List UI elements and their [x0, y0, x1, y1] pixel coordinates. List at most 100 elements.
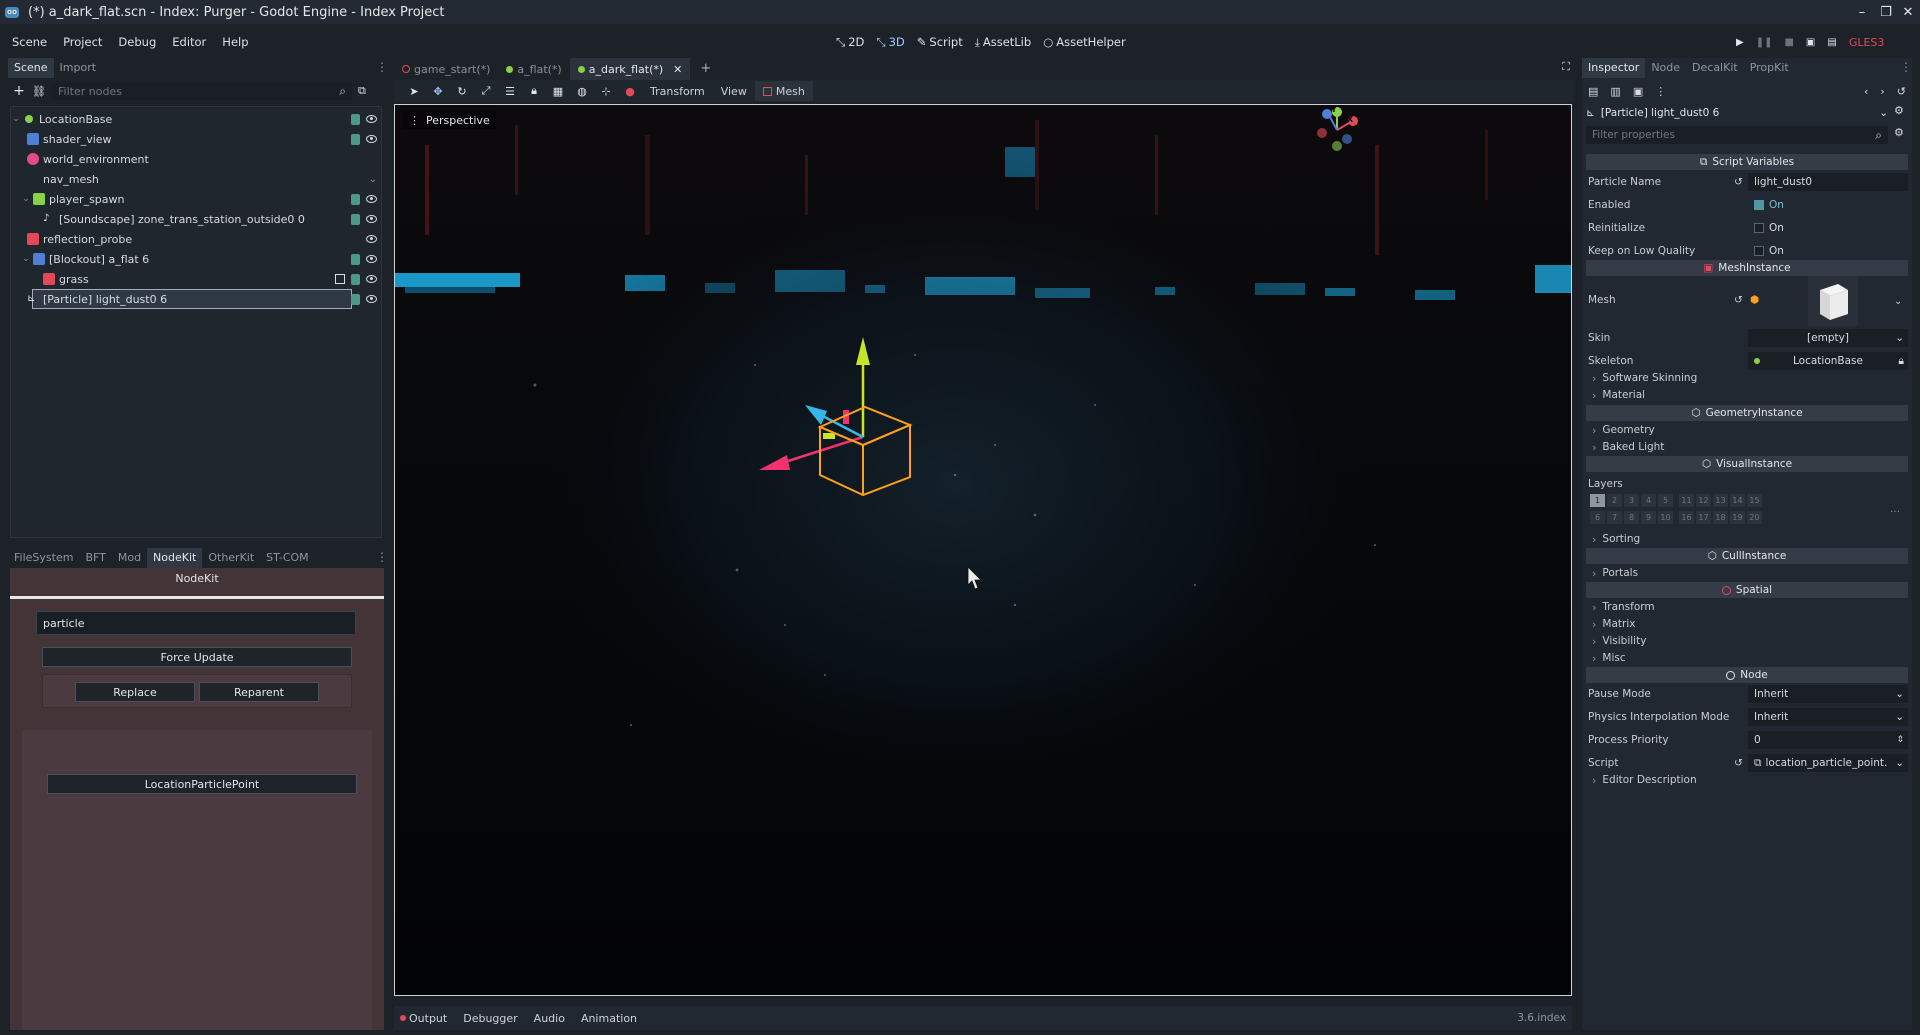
- layer-bit[interactable]: 9: [1641, 511, 1656, 524]
- camera-icon[interactable]: ●: [618, 85, 642, 98]
- result-item-button[interactable]: LocationParticlePoint: [47, 774, 357, 794]
- object-menu-icon[interactable]: ⋮: [1655, 85, 1666, 98]
- script-icon[interactable]: [351, 293, 360, 305]
- menu-editor[interactable]: Editor: [164, 28, 214, 56]
- select-tool-icon[interactable]: ➤: [402, 85, 426, 98]
- mesh-preview-thumbnail[interactable]: [1808, 276, 1858, 326]
- subsection-geometry[interactable]: Geometry: [1586, 422, 1908, 438]
- history-back-icon[interactable]: ‹: [1864, 85, 1868, 98]
- mesh-menu[interactable]: Mesh: [754, 81, 813, 101]
- particle-name-input[interactable]: light_dust0: [1748, 173, 1908, 191]
- play-icon[interactable]: ▶: [1736, 37, 1744, 48]
- list-select-icon[interactable]: ☰: [498, 85, 522, 98]
- tab-animation[interactable]: Animation: [573, 1012, 645, 1025]
- layer-bit[interactable]: 6: [1590, 511, 1605, 524]
- subsection-visibility[interactable]: Visibility: [1586, 633, 1908, 649]
- workspace-script[interactable]: ✎ Script: [911, 28, 969, 56]
- collapse-arrow-icon[interactable]: ⌄: [11, 114, 21, 124]
- script-icon[interactable]: [351, 273, 360, 285]
- section-mesh-instance[interactable]: ▣ MeshInstance: [1586, 260, 1908, 276]
- pause-mode-dropdown[interactable]: Inherit ⌄: [1748, 685, 1908, 703]
- local-space-icon[interactable]: ◍: [570, 85, 594, 98]
- layer-bit[interactable]: 3: [1624, 494, 1639, 507]
- layer-bit[interactable]: 2: [1607, 494, 1622, 507]
- workspace-assethelper[interactable]: ○ AssetHelper: [1037, 28, 1132, 56]
- scale-tool-icon[interactable]: ⤢: [474, 84, 498, 98]
- tab-output[interactable]: Output: [406, 1012, 455, 1025]
- enabled-checkbox[interactable]: On: [1748, 196, 1908, 214]
- property-tools-icon[interactable]: ⚙: [1894, 126, 1904, 139]
- tree-node-nav-mesh[interactable]: nav_mesh ⌄: [11, 169, 381, 189]
- stop-icon[interactable]: ■: [1784, 37, 1793, 48]
- revert-icon[interactable]: ↺: [1734, 176, 1743, 188]
- layers-grid[interactable]: 1 2 3 4 5 11 12 13 14 15 6 7 8 9 10 16 1…: [1590, 494, 1890, 528]
- section-script-variables[interactable]: ⧉ Script Variables: [1586, 154, 1908, 170]
- layer-bit[interactable]: 19: [1730, 511, 1745, 524]
- filter-nodes-field[interactable]: Filter nodes ⌕: [52, 82, 352, 100]
- section-geometry-instance[interactable]: ⬡ GeometryInstance: [1586, 405, 1908, 421]
- tab-nodekit[interactable]: NodeKit: [147, 548, 203, 568]
- visibility-eye-icon[interactable]: [366, 195, 377, 203]
- tab-propkit[interactable]: PropKit: [1744, 58, 1795, 78]
- replace-button[interactable]: Replace: [75, 682, 195, 702]
- layers-menu-icon[interactable]: …: [1890, 504, 1900, 515]
- visibility-eye-icon[interactable]: [366, 235, 377, 243]
- collapse-arrow-icon[interactable]: ⌄: [21, 194, 31, 204]
- layer-bit[interactable]: 17: [1696, 511, 1711, 524]
- perspective-menu[interactable]: ⋮ Perspective: [403, 111, 496, 129]
- snap-icon[interactable]: ⊹: [594, 85, 618, 98]
- physics-interpolation-dropdown[interactable]: Inherit ⌄: [1748, 708, 1908, 726]
- close-button[interactable]: ✕: [1896, 0, 1920, 24]
- maximize-button[interactable]: ❐: [1874, 0, 1898, 24]
- layer-bit[interactable]: 1: [1590, 494, 1605, 507]
- revert-icon[interactable]: ↺: [1734, 757, 1743, 769]
- menu-project[interactable]: Project: [55, 28, 110, 56]
- layer-bit[interactable]: 5: [1658, 494, 1673, 507]
- visibility-eye-icon[interactable]: [366, 115, 377, 123]
- subsection-matrix[interactable]: Matrix: [1586, 616, 1908, 632]
- visibility-eye-icon[interactable]: [366, 295, 377, 303]
- object-tools-icon[interactable]: ⚙: [1894, 104, 1904, 117]
- layer-bit[interactable]: 10: [1658, 511, 1673, 524]
- script-icon[interactable]: [351, 193, 360, 205]
- new-resource-icon[interactable]: ▤: [1588, 85, 1598, 98]
- tree-node-shader-view[interactable]: shader_view: [11, 129, 381, 149]
- save-resource-icon[interactable]: ▣: [1633, 85, 1643, 98]
- layer-bit[interactable]: 18: [1713, 511, 1728, 524]
- subsection-editor-description[interactable]: Editor Description: [1586, 772, 1908, 788]
- chevron-down-icon[interactable]: ⌄: [1894, 296, 1902, 307]
- inspected-object-selector[interactable]: ⊾ [Particle] light_dust0 6 ⌄: [1586, 104, 1888, 122]
- script-icon[interactable]: [351, 253, 360, 265]
- script-icon[interactable]: [351, 113, 360, 125]
- visibility-eye-icon[interactable]: [366, 135, 377, 143]
- tab-scene[interactable]: Scene: [8, 58, 54, 78]
- layer-bit[interactable]: 8: [1624, 511, 1639, 524]
- layer-bit[interactable]: 20: [1747, 511, 1762, 524]
- tree-node-grass[interactable]: grass: [11, 269, 381, 289]
- subsection-misc[interactable]: Misc: [1586, 650, 1908, 666]
- tree-node-player-spawn[interactable]: ⌄ player_spawn: [11, 189, 381, 209]
- workspace-2d[interactable]: ⤡ 2D: [830, 28, 870, 56]
- tree-node-particle-light-dust[interactable]: ⊾ [Particle] light_dust0 6: [11, 289, 381, 309]
- history-forward-icon[interactable]: ›: [1880, 85, 1884, 98]
- layer-bit[interactable]: 16: [1679, 511, 1694, 524]
- tab-bft[interactable]: BFT: [79, 548, 111, 568]
- tree-node-reflection-probe[interactable]: reflection_probe: [11, 229, 381, 249]
- reparent-button[interactable]: Reparent: [199, 682, 319, 702]
- subsection-sorting[interactable]: Sorting: [1586, 531, 1908, 547]
- revert-icon[interactable]: ↺: [1734, 294, 1743, 306]
- tab-otherkit[interactable]: OtherKit: [202, 548, 260, 568]
- scene-tab-game-start[interactable]: game_start(*): [394, 58, 498, 80]
- menu-scene[interactable]: Scene: [4, 28, 55, 56]
- keep-low-quality-checkbox[interactable]: On: [1748, 242, 1908, 260]
- view-menu[interactable]: View: [713, 85, 755, 98]
- load-resource-icon[interactable]: ▥: [1610, 85, 1620, 98]
- tab-mod[interactable]: Mod: [112, 548, 147, 568]
- tab-decalkit[interactable]: DecalKit: [1686, 58, 1744, 78]
- subsection-baked-light[interactable]: Baked Light: [1586, 439, 1908, 455]
- workspace-assetlib[interactable]: ⤓ AssetLib: [969, 28, 1037, 56]
- tab-inspector[interactable]: Inspector: [1582, 58, 1646, 78]
- add-node-icon[interactable]: +: [12, 83, 26, 99]
- play-scene-icon[interactable]: ▣: [1806, 37, 1815, 48]
- dock-menu-icon[interactable]: ⋮: [376, 550, 388, 564]
